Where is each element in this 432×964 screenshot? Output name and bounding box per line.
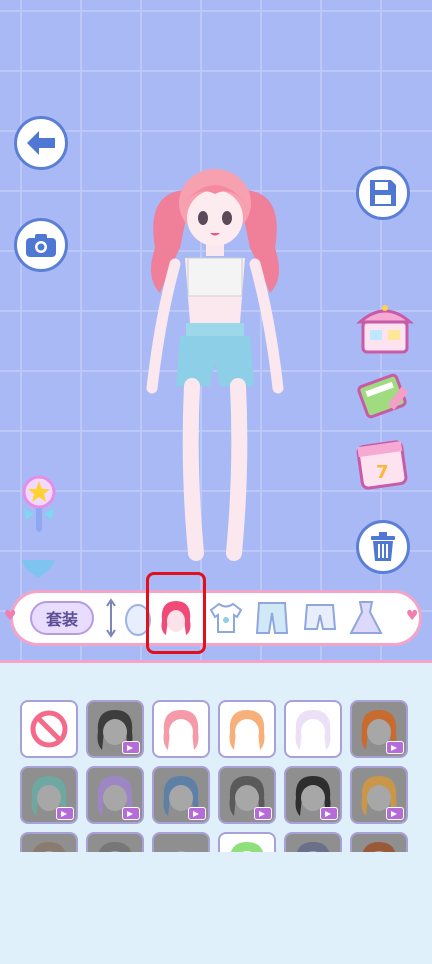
shop-button[interactable]	[356, 300, 414, 358]
chevron-down-icon	[22, 560, 54, 578]
hair-option[interactable]	[218, 832, 276, 852]
calendar-button[interactable]: 7	[354, 436, 412, 494]
trash-icon	[371, 532, 395, 561]
no-hair-option[interactable]	[20, 700, 78, 758]
hair-style-icon	[231, 842, 263, 852]
collapse-toggle[interactable]	[20, 558, 56, 580]
video-ad-icon	[122, 807, 140, 820]
anime-girl-character	[146, 169, 284, 561]
heart-icon: ♥	[406, 608, 419, 624]
svg-text:7: 7	[376, 462, 389, 483]
video-ad-icon	[386, 741, 404, 754]
hair-option[interactable]	[350, 766, 408, 824]
hair-option[interactable]	[284, 766, 342, 824]
hair-style-icon	[99, 842, 131, 852]
hair-item-grid	[20, 700, 414, 852]
floppy-disk-icon	[370, 180, 396, 206]
hair-option[interactable]	[86, 766, 144, 824]
hair-style-icon	[363, 842, 395, 852]
tab-dress[interactable]	[346, 598, 386, 638]
hair-option[interactable]	[284, 700, 342, 758]
no-entry-icon	[30, 710, 68, 748]
hair-style-icon	[165, 842, 197, 852]
hair-style-icon	[229, 710, 265, 750]
hair-option[interactable]	[284, 832, 342, 852]
video-ad-icon	[188, 807, 206, 820]
back-arrow-icon	[27, 131, 55, 155]
video-ad-icon	[56, 807, 74, 820]
shorts-icon	[303, 604, 337, 630]
hair-style-icon	[33, 842, 65, 852]
delete-button[interactable]	[356, 520, 410, 574]
clothes-book-icon	[357, 373, 408, 419]
video-ad-icon	[122, 741, 140, 754]
tab-shorts[interactable]	[300, 598, 340, 638]
hair-style-icon	[295, 710, 331, 750]
tab-top[interactable]	[206, 598, 246, 638]
back-button[interactable]	[14, 116, 68, 170]
scroll-indicator	[106, 598, 116, 638]
selected-tab-highlight	[146, 572, 206, 654]
hair-option[interactable]	[152, 766, 210, 824]
tshirt-icon	[209, 602, 243, 633]
hair-option[interactable]	[86, 700, 144, 758]
hair-option[interactable]	[218, 700, 276, 758]
camera-button[interactable]	[14, 218, 68, 272]
pants-icon	[255, 602, 289, 634]
hair-option[interactable]	[20, 766, 78, 824]
tab-pants[interactable]	[252, 598, 292, 638]
hair-style-icon	[297, 842, 329, 852]
hair-option[interactable]	[152, 832, 210, 852]
hair-option[interactable]	[152, 700, 210, 758]
hair-option[interactable]	[20, 832, 78, 852]
star-wand-icon	[22, 475, 56, 532]
hair-option[interactable]	[350, 700, 408, 758]
shop-icon	[356, 305, 414, 354]
video-ad-icon	[254, 807, 272, 820]
dress-icon	[349, 601, 383, 634]
magic-wand-button[interactable]	[14, 474, 64, 536]
hair-option[interactable]	[218, 766, 276, 824]
camera-icon	[26, 234, 56, 257]
save-button[interactable]	[356, 166, 410, 220]
hair-option[interactable]	[86, 832, 144, 852]
outfit-set-button[interactable]: 套装	[30, 601, 94, 635]
calendar-icon: 7	[356, 440, 408, 490]
hair-option[interactable]	[350, 832, 408, 852]
heart-icon: ♥	[4, 608, 17, 624]
video-ad-icon	[386, 807, 404, 820]
hair-style-icon	[163, 710, 199, 750]
wardrobe-button[interactable]	[356, 366, 414, 424]
video-ad-icon	[320, 807, 338, 820]
